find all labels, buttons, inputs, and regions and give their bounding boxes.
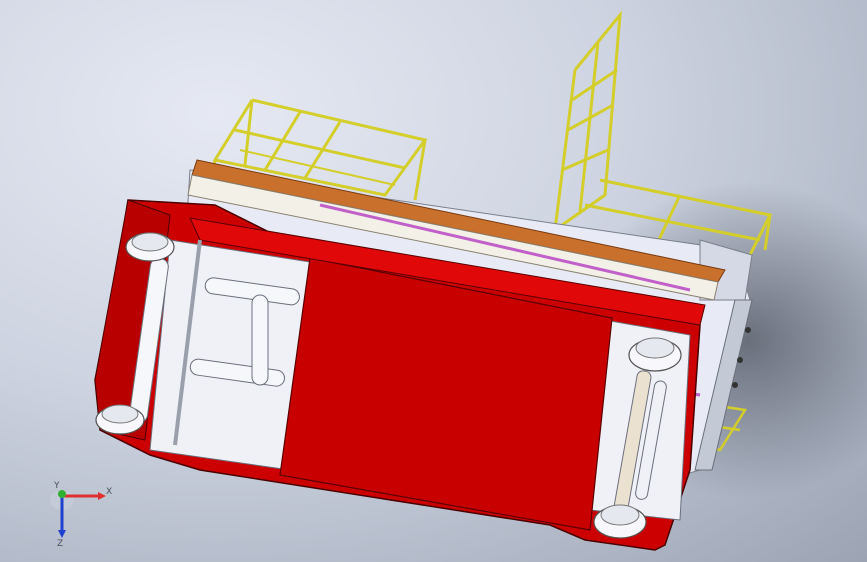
axis-triad: X Y Z	[50, 481, 112, 548]
vehicle-3d-model[interactable]	[0, 0, 867, 562]
wheel-bottom-left	[95, 404, 145, 435]
y-axis-dot	[58, 490, 66, 498]
wheel-bottom-right	[593, 504, 647, 539]
cad-viewport[interactable]: X Y Z	[0, 0, 867, 562]
x-axis-label: X	[106, 487, 112, 497]
z-arrow-icon	[58, 530, 66, 538]
x-arrow-icon	[98, 492, 106, 500]
z-axis-label: Z	[57, 539, 63, 548]
y-axis-label: Y	[53, 481, 60, 491]
wheel-top-right	[628, 337, 682, 372]
railing-right-panel	[553, 10, 622, 234]
wheel-top-left	[125, 232, 175, 262]
